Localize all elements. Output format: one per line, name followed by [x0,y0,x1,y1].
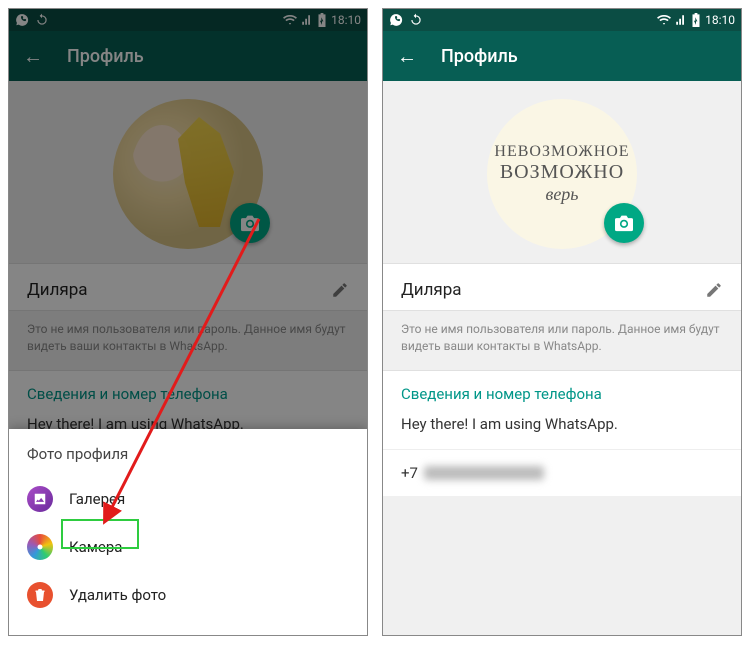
status-time: 18:10 [705,13,735,27]
about-text[interactable]: Hey there! I am using WhatsApp. [383,413,741,449]
name-hint: Это не имя пользователя или пароль. Данн… [383,311,741,370]
name-row[interactable]: Диляра [383,263,741,311]
back-button[interactable]: ← [397,44,417,69]
page-title: Профиль [441,46,518,67]
status-bar: 18:10 [383,9,741,31]
change-photo-button[interactable] [604,203,644,243]
photo-picker-sheet: Фото профиля Галерея Камера Удалить фото [9,429,367,635]
avatar-text-line: ВОЗМОЖНО [500,161,624,184]
battery-icon [317,13,327,27]
status-bar: 18:10 [9,9,367,31]
sheet-item-camera[interactable]: Камера [9,523,367,571]
sheet-title: Фото профиля [9,441,367,475]
avatar-text-line: НЕВОЗМОЖНОЕ [494,143,629,161]
page-title: Профиль [67,46,144,67]
avatar-section [9,81,367,263]
name-row[interactable]: Диляра [9,263,367,311]
right-screenshot: 18:10 ← Профиль НЕВОЗМОЖНОЕ ВОЗМОЖНО вер… [382,8,742,636]
change-photo-button[interactable] [230,203,270,243]
whatsapp-icon [15,13,29,27]
sheet-item-gallery[interactable]: Галерея [9,475,367,523]
name-hint: Это не имя пользователя или пароль. Данн… [9,311,367,370]
signal-icon [675,14,687,26]
phone-prefix: +7 [401,464,418,482]
camera-icon [614,214,634,232]
edit-icon[interactable] [705,281,723,299]
left-screenshot: 18:10 ← Профиль Диляра Это не имя пользо… [8,8,368,636]
sync-icon [35,13,49,27]
sync-icon [409,13,423,27]
section-header: Сведения и номер телефона [383,370,741,413]
sheet-item-delete[interactable]: Удалить фото [9,571,367,619]
status-time: 18:10 [331,13,361,27]
camera-icon [240,214,260,232]
phone-blurred [424,466,544,480]
phone-number[interactable]: +7 [383,449,741,496]
sheet-item-label: Галерея [69,490,125,508]
avatar-text-line: верь [546,184,579,205]
wifi-icon [657,14,671,26]
wifi-icon [283,14,297,26]
sheet-item-label: Камера [69,538,122,556]
signal-icon [301,14,313,26]
trash-icon [27,582,53,608]
app-header: ← Профиль [9,31,367,81]
whatsapp-icon [389,13,403,27]
gallery-icon [27,486,53,512]
display-name: Диляра [27,280,331,300]
edit-icon[interactable] [331,281,349,299]
section-header: Сведения и номер телефона [9,370,367,413]
avatar-section: НЕВОЗМОЖНОЕ ВОЗМОЖНО верь [383,81,741,263]
app-header: ← Профиль [383,31,741,81]
display-name: Диляра [401,280,705,300]
back-button[interactable]: ← [23,44,43,69]
camera-color-icon [27,534,53,560]
sheet-item-label: Удалить фото [69,586,166,604]
battery-icon [691,13,701,27]
